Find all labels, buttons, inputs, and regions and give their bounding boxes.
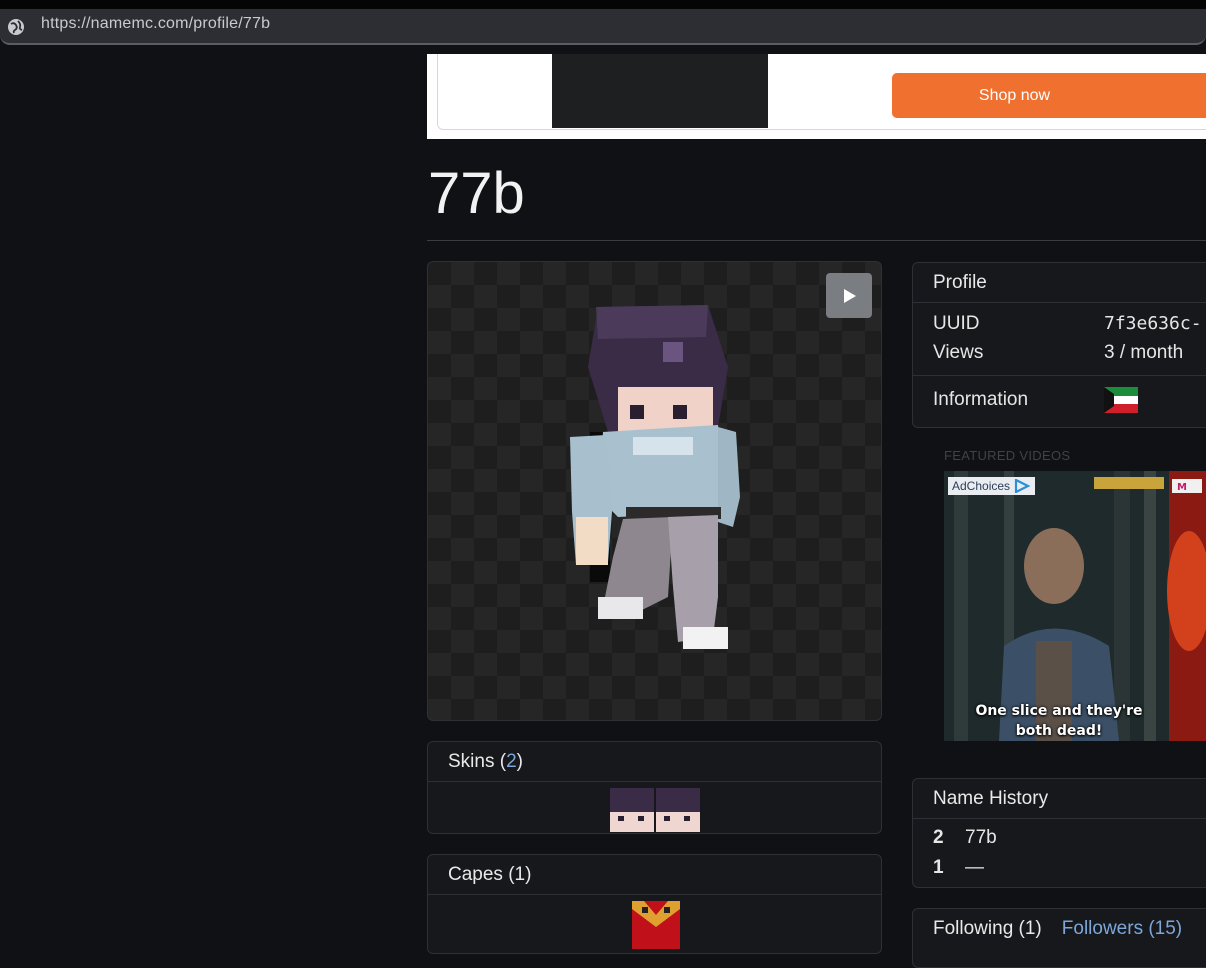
name-history-index: 2	[933, 827, 944, 848]
profile-divider	[913, 375, 1206, 376]
featured-video-player[interactable]: M AdChoices One slice and they're both d…	[944, 471, 1206, 741]
social-tabs: Following (1) Followers (15)	[913, 909, 1206, 949]
globe-icon	[8, 19, 24, 35]
views-label: Views	[933, 342, 984, 363]
title-divider	[427, 240, 1206, 241]
ad-banner[interactable]: Shop now	[427, 54, 1206, 139]
profile-header: Profile	[913, 263, 1206, 303]
window-top-strip	[0, 0, 1206, 9]
skin-viewer[interactable]	[427, 261, 882, 721]
shop-now-button[interactable]: Shop now	[892, 73, 1206, 118]
skin-thumbnails[interactable]	[610, 788, 702, 832]
skins-count-close: )	[516, 750, 523, 772]
cape-thumbnail[interactable]	[628, 901, 684, 949]
name-history-card: Name History 2 77b 1 —	[912, 778, 1206, 888]
ad-image	[552, 54, 768, 128]
svg-text:M: M	[1177, 482, 1187, 493]
play-button[interactable]	[826, 273, 872, 318]
views-value: 3 / month	[1104, 342, 1184, 363]
tab-following[interactable]: Following (1)	[933, 918, 1042, 940]
capes-card: Capes (1)	[427, 854, 882, 954]
uuid-value[interactable]: 7f3e636c-	[1104, 313, 1202, 334]
name-history-name-link[interactable]: 77b	[965, 827, 997, 849]
url-text[interactable]: https://namemc.com/profile/77b	[41, 15, 270, 33]
page-title: 77b	[428, 161, 525, 226]
name-history-header: Name History	[913, 779, 1206, 819]
social-card: Following (1) Followers (15)	[912, 908, 1206, 968]
skins-header[interactable]: Skins (2)	[428, 742, 881, 782]
skins-card: Skins (2)	[427, 741, 882, 834]
video-caption: One slice and they're both dead!	[975, 703, 1143, 739]
skin-3d-model	[570, 305, 740, 649]
uuid-label: UUID	[933, 313, 980, 334]
featured-videos-label: FEATURED VIDEOS	[944, 448, 1071, 463]
kuwait-flag-icon[interactable]	[1104, 387, 1138, 413]
adchoices-icon	[1014, 479, 1031, 493]
skins-label: Skins	[448, 750, 495, 772]
information-label: Information	[933, 389, 1029, 410]
skins-count-link[interactable]: 2	[506, 751, 517, 773]
capes-header[interactable]: Capes (1)	[428, 855, 881, 895]
adchoices-label: AdChoices	[952, 479, 1011, 493]
profile-card: Profile UUID 7f3e636c- Views 3 / month I…	[912, 262, 1206, 428]
name-history-name: —	[965, 857, 984, 878]
tab-followers[interactable]: Followers (15)	[1062, 918, 1182, 940]
name-history-index: 1	[933, 857, 944, 878]
adchoices-badge[interactable]: AdChoices	[948, 477, 1036, 495]
address-bar[interactable]: https://namemc.com/profile/77b	[0, 9, 1206, 45]
play-icon	[844, 288, 856, 303]
